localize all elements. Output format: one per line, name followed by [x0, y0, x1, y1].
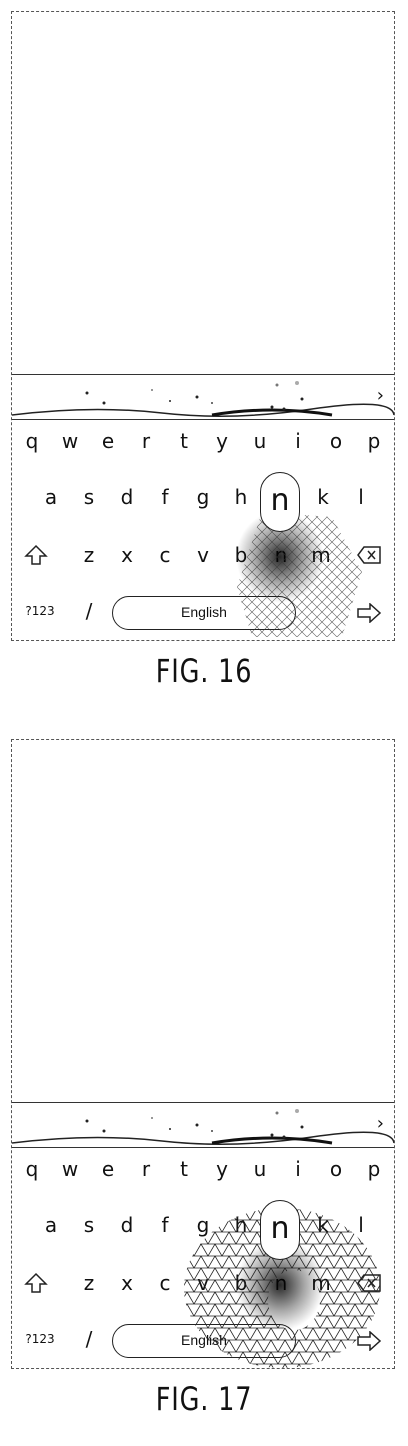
key-l[interactable]: l	[346, 480, 376, 514]
symbols-key[interactable]: ?123	[22, 1322, 58, 1356]
key-c[interactable]: c	[150, 1266, 180, 1300]
key-l[interactable]: l	[346, 1208, 376, 1242]
key-q[interactable]: q	[17, 424, 47, 458]
key-w[interactable]: w	[55, 424, 85, 458]
key-i[interactable]: i	[283, 1152, 313, 1186]
key-f[interactable]: f	[150, 1208, 180, 1242]
key-t[interactable]: t	[169, 424, 199, 458]
key-g[interactable]: g	[188, 480, 218, 514]
keyboard: q w e r t y u i o p a s d f g h k l	[12, 1148, 394, 1370]
key-d[interactable]: d	[112, 480, 142, 514]
key-x[interactable]: x	[112, 1266, 142, 1300]
key-g[interactable]: g	[188, 1208, 218, 1242]
key-b[interactable]: b	[226, 1266, 256, 1300]
key-e[interactable]: e	[93, 1152, 123, 1186]
key-o[interactable]: o	[321, 1152, 351, 1186]
key-q[interactable]: q	[17, 1152, 47, 1186]
figure-17: › q w e r t y u i o p a s d f g h	[0, 728, 408, 1446]
key-c[interactable]: c	[150, 538, 180, 572]
key-a[interactable]: a	[36, 1208, 66, 1242]
slash-key[interactable]: /	[74, 594, 104, 628]
key-x[interactable]: x	[112, 538, 142, 572]
enter-arrow-icon[interactable]	[356, 603, 386, 637]
key-a[interactable]: a	[36, 480, 66, 514]
suggestion-bar: ›	[12, 1102, 394, 1148]
key-t[interactable]: t	[169, 1152, 199, 1186]
key-y[interactable]: y	[207, 1152, 237, 1186]
key-row-3: z x c v b n m	[12, 1266, 394, 1306]
shift-arrow-icon[interactable]	[24, 1272, 54, 1306]
key-r[interactable]: r	[131, 1152, 161, 1186]
key-row-2: a s d f g h k l	[12, 480, 394, 520]
key-i[interactable]: i	[283, 424, 313, 458]
key-u[interactable]: u	[245, 1152, 275, 1186]
figure-caption: FIG. 17	[41, 1380, 367, 1418]
key-row-1: q w e r t y u i o p	[12, 424, 394, 464]
enter-arrow-icon[interactable]	[356, 1331, 386, 1365]
backspace-icon[interactable]	[356, 545, 386, 579]
key-n[interactable]: n	[266, 1266, 296, 1300]
key-e[interactable]: e	[93, 424, 123, 458]
device-frame: › q w e r t y u i o p a s d f g h	[11, 739, 395, 1369]
figure-16: › q w e r t y u i o p a s d f g	[0, 0, 408, 718]
key-row-4: ?123 / English	[12, 594, 394, 634]
key-v[interactable]: v	[188, 538, 218, 572]
key-z[interactable]: z	[74, 538, 104, 572]
key-row-3: z x c v b n m	[12, 538, 394, 578]
device-frame: › q w e r t y u i o p a s d f g	[11, 11, 395, 641]
key-m[interactable]: m	[306, 538, 336, 572]
key-n-popup: n	[260, 472, 300, 532]
key-z[interactable]: z	[74, 1266, 104, 1300]
chevron-right-icon[interactable]: ›	[377, 1113, 384, 1134]
key-p[interactable]: p	[359, 1152, 389, 1186]
particle-wave-graphic	[12, 375, 394, 419]
space-bar[interactable]: English	[112, 596, 296, 630]
key-f[interactable]: f	[150, 480, 180, 514]
chevron-right-icon[interactable]: ›	[377, 385, 384, 406]
key-d[interactable]: d	[112, 1208, 142, 1242]
key-b[interactable]: b	[226, 538, 256, 572]
slash-key[interactable]: /	[74, 1322, 104, 1356]
key-k[interactable]: k	[308, 1208, 338, 1242]
space-bar[interactable]: English	[112, 1324, 296, 1358]
keyboard: q w e r t y u i o p a s d f g h k l	[12, 420, 394, 642]
key-u[interactable]: u	[245, 424, 275, 458]
key-row-1: q w e r t y u i o p	[12, 1152, 394, 1192]
key-p[interactable]: p	[359, 424, 389, 458]
screen-area	[12, 740, 394, 1102]
key-h[interactable]: h	[226, 480, 256, 514]
particle-wave-graphic	[12, 1103, 394, 1147]
key-o[interactable]: o	[321, 424, 351, 458]
key-n[interactable]: n	[266, 538, 296, 572]
key-k[interactable]: k	[308, 480, 338, 514]
key-s[interactable]: s	[74, 1208, 104, 1242]
figure-caption: FIG. 16	[41, 652, 367, 690]
key-s[interactable]: s	[74, 480, 104, 514]
key-h[interactable]: h	[226, 1208, 256, 1242]
key-row-4: ?123 / English	[12, 1322, 394, 1362]
key-row-2: a s d f g h k l	[12, 1208, 394, 1248]
key-w[interactable]: w	[55, 1152, 85, 1186]
symbols-key[interactable]: ?123	[22, 594, 58, 628]
key-v[interactable]: v	[188, 1266, 218, 1300]
key-r[interactable]: r	[131, 424, 161, 458]
suggestion-bar: ›	[12, 374, 394, 420]
key-n-popup: n	[260, 1200, 300, 1260]
key-m[interactable]: m	[306, 1266, 336, 1300]
shift-arrow-icon[interactable]	[24, 544, 54, 578]
screen-area	[12, 12, 394, 374]
backspace-icon[interactable]	[356, 1273, 386, 1307]
key-y[interactable]: y	[207, 424, 237, 458]
